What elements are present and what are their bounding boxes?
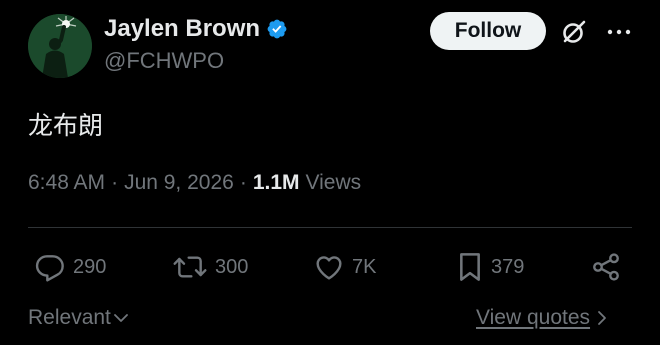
repost-icon [173, 256, 207, 278]
like-button[interactable]: 7K [313, 248, 376, 286]
sort-replies-dropdown[interactable]: Relevant [28, 306, 129, 330]
bookmark-count: 379 [491, 255, 525, 278]
view-quotes-label: View quotes [476, 306, 591, 329]
views-label: Views [305, 171, 362, 194]
grok-button[interactable] [558, 16, 590, 48]
post-date[interactable]: Jun 9, 2026 [124, 171, 234, 195]
views-count: 1.1M [252, 171, 300, 194]
bookmark-icon [460, 253, 480, 281]
bookmark-button[interactable]: 379 [456, 248, 524, 286]
sort-label: Relevant [28, 306, 111, 329]
chevron-right-icon [598, 311, 606, 325]
reply-button[interactable]: 290 [34, 248, 106, 286]
repost-count: 300 [215, 255, 249, 278]
repost-button[interactable]: 300 [172, 248, 248, 286]
more-options-button[interactable] [604, 16, 634, 48]
reply-count: 290 [73, 255, 107, 278]
heart-icon [316, 256, 342, 280]
follow-button[interactable]: Follow [430, 12, 546, 50]
author-handle[interactable]: @FCHWPO [104, 48, 224, 74]
like-count: 7K [352, 255, 377, 278]
grok-icon [563, 20, 586, 43]
share-button[interactable] [590, 248, 622, 286]
post-meta: 6:48 AM · Jun 9, 2026 · 1.1M Views [28, 171, 361, 195]
post-time[interactable]: 6:48 AM [28, 171, 105, 195]
avatar-image [28, 14, 92, 78]
share-icon [593, 253, 619, 281]
meta-separator: · [239, 171, 247, 194]
reply-icon [35, 255, 64, 282]
divider [28, 227, 632, 228]
verified-badge-icon [267, 19, 287, 39]
author-name[interactable]: Jaylen Brown [104, 15, 260, 43]
avatar[interactable] [28, 14, 92, 78]
author-name-row: Jaylen Brown [104, 14, 288, 44]
more-icon [607, 29, 631, 35]
post-text: 龙布朗 [28, 111, 104, 140]
view-quotes-link[interactable]: View quotes [476, 306, 608, 330]
chevron-down-icon [113, 314, 128, 322]
meta-separator: · [111, 171, 119, 194]
